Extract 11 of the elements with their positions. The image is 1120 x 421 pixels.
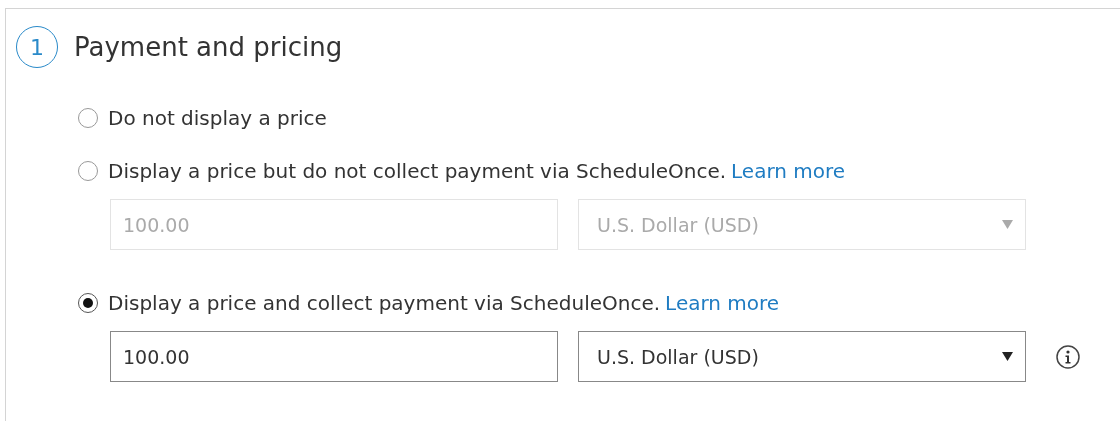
option-label: Display a price but do not collect payment via ScheduleOnce. Learn more	[108, 159, 846, 183]
price-input[interactable]: 100.00	[110, 331, 558, 382]
option-label: Do not display a price	[108, 106, 327, 130]
option-label: Display a price and collect payment via ScheduleOnce. Learn more	[108, 291, 780, 315]
learn-more-link[interactable]: Learn more	[665, 291, 780, 315]
info-icon[interactable]	[1056, 344, 1080, 369]
currency-dropdown[interactable]: U.S. Dollar (USD)	[578, 331, 1026, 382]
section-title: Payment and pricing	[74, 32, 343, 62]
caret-icon	[1002, 352, 1013, 361]
learn-more-link[interactable]: Learn more	[731, 159, 846, 183]
caret-icon	[1002, 220, 1013, 229]
